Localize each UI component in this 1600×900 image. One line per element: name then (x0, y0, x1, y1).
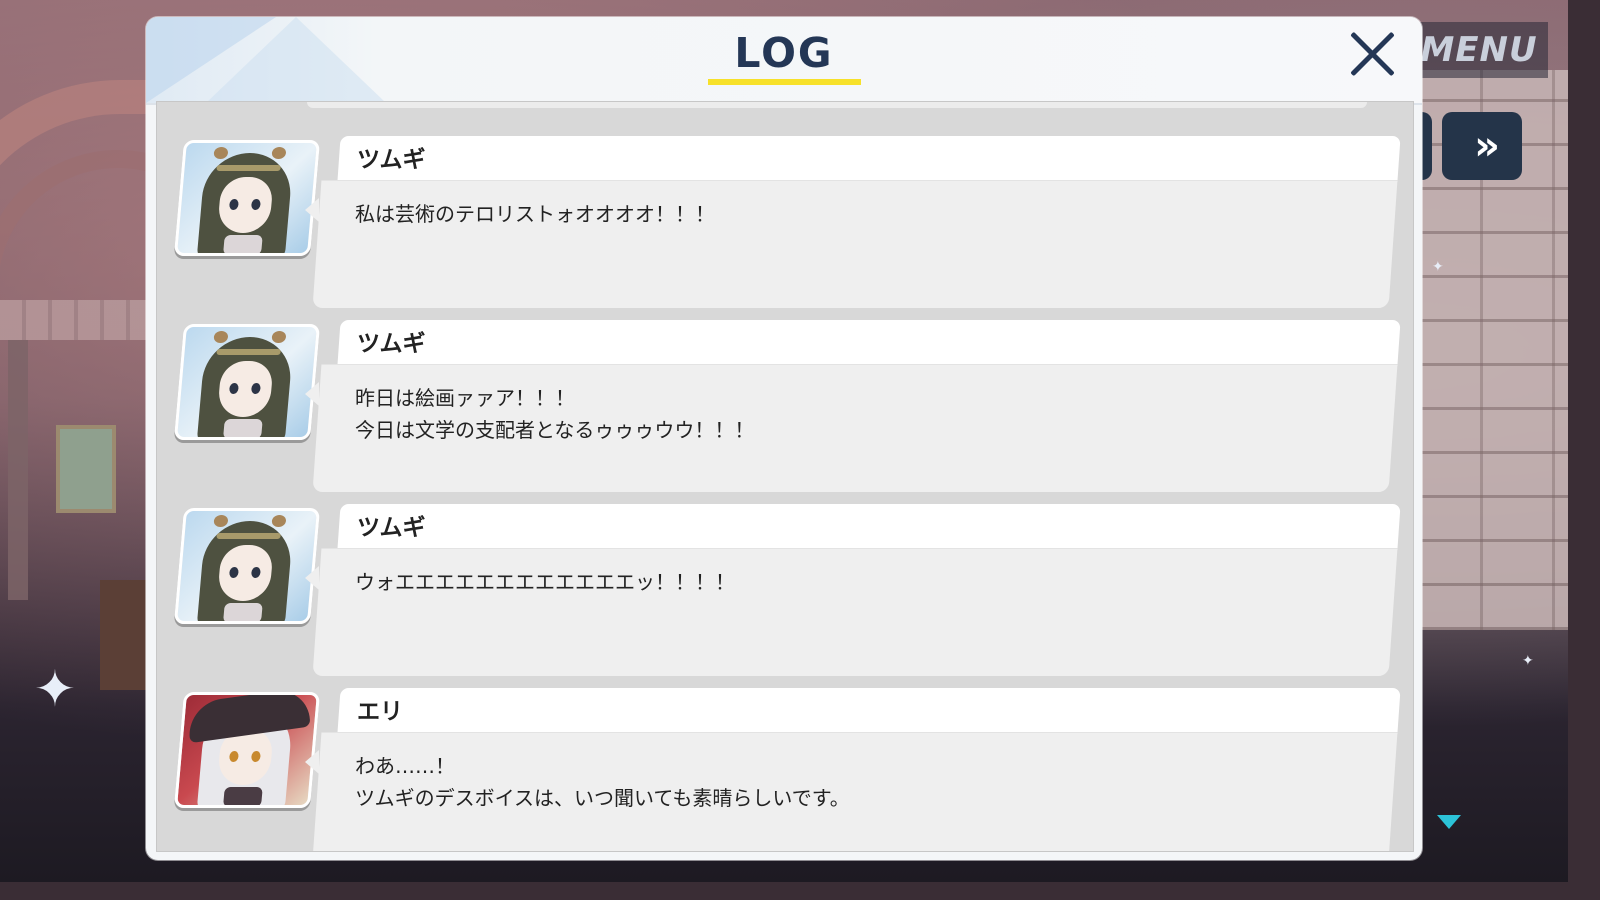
dialogue-line: 昨日は絵画ァァア！！！ (355, 386, 575, 410)
speaker-name: ツムギ (357, 515, 426, 541)
name-bar (337, 136, 1401, 182)
dialogue-line: わあ……！ (355, 754, 455, 778)
dialogue-line: 今日は文学の支配者となるゥゥゥウウ！！！ (355, 418, 755, 442)
fast-forward-icon: » (1474, 123, 1500, 169)
log-entry: ツムギ ウォエエエエエエエエエエエエッ！！！！ (157, 486, 1413, 676)
background-cornice (0, 300, 150, 340)
bubble-tail (305, 382, 319, 406)
dialogue-bubble: ツムギ 私は芸術のテロリストォオオオオ！！！ (305, 136, 1401, 308)
log-panel: LOG ツムギ 私は芸術のテロリストォオオオオ！！！ ツムギ 昨日は絵画ァァア！… (146, 17, 1422, 860)
log-header: LOG (146, 17, 1422, 105)
portrait-tsumugi (173, 508, 321, 624)
bubble-tail (305, 750, 319, 774)
dialogue-bubble: エリ わあ……！ ツムギのデスボイスは、いつ聞いても素晴らしいです。 (305, 688, 1401, 851)
sparkle-icon: ✦ (1432, 259, 1444, 275)
sparkle-icon: ✦ (1522, 653, 1534, 669)
dialogue-bubble: ツムギ 昨日は絵画ァァア！！！ 今日は文学の支配者となるゥゥゥウウ！！！ (305, 320, 1401, 492)
dialogue-line: ウォエエエエエエエエエエエエッ！！！！ (355, 570, 735, 594)
name-bar (337, 688, 1401, 734)
next-indicator-icon (1437, 815, 1461, 829)
portrait-tsumugi (173, 324, 321, 440)
dialogue-line: 私は芸術のテロリストォオオオオ！！！ (355, 202, 715, 226)
background-pillar (8, 340, 28, 600)
speaker-name: ツムギ (357, 147, 426, 173)
speaker-name: ツムギ (357, 331, 426, 357)
log-entry: ツムギ 昨日は絵画ァァア！！！ 今日は文学の支配者となるゥゥゥウウ！！！ (157, 302, 1413, 492)
title-underline (708, 79, 861, 85)
previous-entry-edge (307, 102, 1367, 108)
portrait-tsumugi (173, 140, 321, 256)
bubble-tail (305, 566, 319, 590)
name-bar (337, 320, 1401, 366)
log-title: LOG (734, 29, 834, 77)
close-icon[interactable] (1348, 29, 1398, 79)
dialogue-line: ツムギのデスボイスは、いつ聞いても素晴らしいです。 (355, 786, 850, 810)
log-entry: ツムギ 私は芸術のテロリストォオオオオ！！！ (157, 118, 1413, 308)
log-list[interactable]: ツムギ 私は芸術のテロリストォオオオオ！！！ ツムギ 昨日は絵画ァァア！！！ 今… (156, 101, 1414, 852)
background-painting (56, 425, 116, 513)
fast-forward-button[interactable]: » (1442, 112, 1522, 180)
name-bar (337, 504, 1401, 550)
sparkle-icon: ✦ (34, 660, 76, 718)
speaker-name: エリ (357, 699, 403, 725)
log-entry: エリ わあ……！ ツムギのデスボイスは、いつ聞いても素晴らしいです。 (157, 670, 1413, 851)
menu-button[interactable]: MENU (1410, 22, 1548, 78)
bubble-tail (305, 198, 319, 222)
portrait-eri (173, 692, 321, 808)
dialogue-bubble: ツムギ ウォエエエエエエエエエエエエッ！！！！ (305, 504, 1401, 676)
